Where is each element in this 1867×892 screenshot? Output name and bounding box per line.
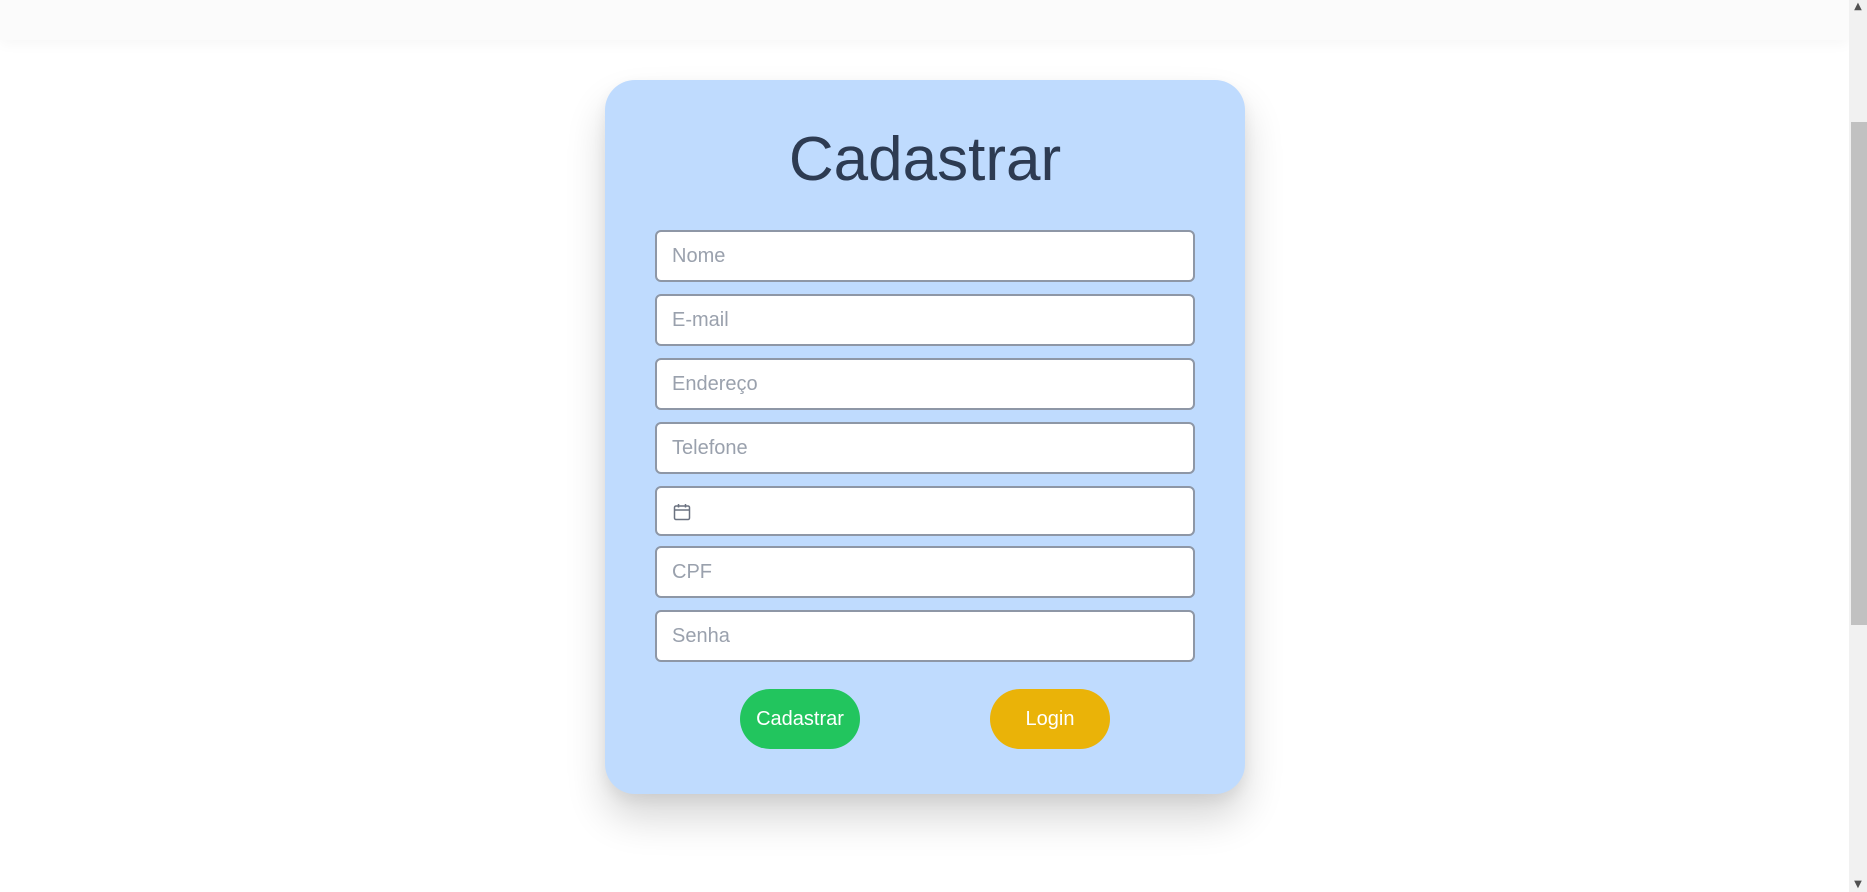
register-button[interactable]: Cadastrar [740,689,860,749]
chevron-down-icon[interactable]: ▼ [1849,878,1867,892]
scrollbar-thumb[interactable] [1851,122,1867,625]
login-button[interactable]: Login [990,689,1110,749]
top-header-bar [0,0,1849,40]
chevron-up-icon[interactable]: ▲ [1849,0,1867,14]
page: Cadastrar Cadastrar Login ▲ ▼ [0,0,1867,892]
email-input[interactable] [655,294,1195,346]
name-input[interactable] [655,230,1195,282]
cpf-input[interactable] [655,546,1195,598]
page-title: Cadastrar [788,125,1062,194]
phone-input[interactable] [655,422,1195,474]
address-input[interactable] [655,358,1195,410]
password-input[interactable] [655,610,1195,662]
birthdate-input[interactable] [655,486,1195,536]
vertical-scrollbar[interactable]: ▲ ▼ [1849,0,1867,892]
calendar-icon[interactable] [672,502,692,522]
